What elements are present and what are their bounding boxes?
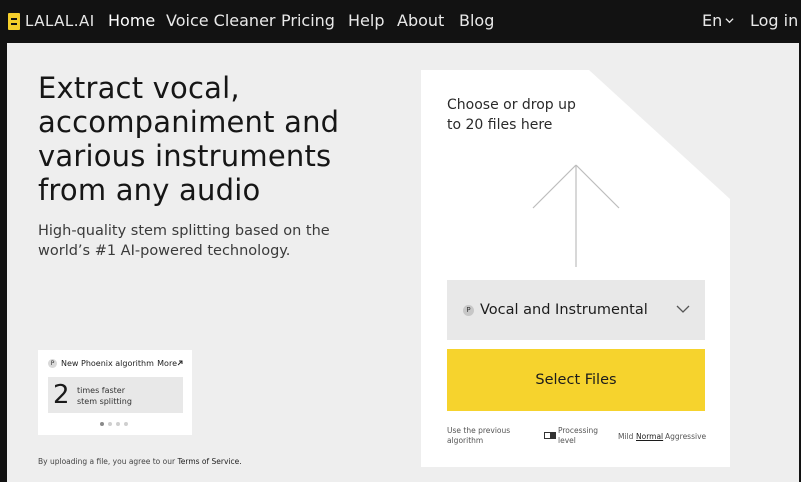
brand-name: LALAL.AI — [25, 12, 95, 30]
promo-more-link[interactable]: More — [157, 359, 183, 368]
logo[interactable]: LALAL.AI — [8, 12, 95, 30]
login-link[interactable]: Log in — [750, 11, 798, 30]
processing-level-label: Processing level — [558, 426, 599, 445]
promo-desc-line1: times faster — [77, 386, 126, 395]
stem-type-value: Vocal and Instrumental — [480, 302, 648, 318]
promo-dot-2[interactable] — [108, 422, 112, 426]
previous-algorithm-option[interactable]: Use the previous algorithm — [447, 426, 517, 446]
promo-pagination — [100, 422, 128, 426]
promo-desc-line2: stem splitting — [77, 397, 132, 406]
nav-pricing[interactable]: Pricing — [281, 11, 335, 30]
promo-description: times faster stem splitting — [77, 385, 132, 407]
promo-header: P New Phoenix algorithm — [48, 359, 154, 368]
processing-level-icon — [544, 432, 556, 439]
select-files-button[interactable]: Select Files — [447, 349, 705, 411]
stem-type-select[interactable]: P Vocal and Instrumental — [447, 280, 705, 340]
chevron-down-icon — [725, 18, 734, 24]
level-normal[interactable]: Normal — [636, 432, 663, 441]
arrow-up-right-icon — [177, 360, 183, 366]
top-nav: LALAL.AI Home Voice Cleaner Pricing Help… — [0, 0, 801, 43]
promo-stat: 2 times faster stem splitting — [48, 377, 183, 413]
terms-notice: By uploading a file, you agree to our Te… — [38, 457, 242, 466]
language-selector[interactable]: En — [702, 11, 734, 30]
upload-hint: Choose or drop up to 20 files here — [447, 97, 576, 133]
nav-home[interactable]: Home — [108, 11, 155, 30]
promo-dot-4[interactable] — [124, 422, 128, 426]
phoenix-badge-icon: P — [463, 305, 474, 316]
logo-icon — [8, 12, 20, 30]
nav-help[interactable]: Help — [348, 11, 384, 30]
promo-title: New Phoenix algorithm — [61, 359, 154, 368]
page-title: Extract vocal, accompaniment and various… — [38, 71, 340, 207]
terms-link[interactable]: Terms of Service. — [177, 457, 241, 466]
nav-blog[interactable]: Blog — [459, 11, 494, 30]
promo-dot-1[interactable] — [100, 422, 104, 426]
frame-border-left — [0, 43, 7, 482]
chevron-down-icon — [676, 305, 690, 313]
terms-text: By uploading a file, you agree to our — [38, 457, 176, 466]
promo-number: 2 — [53, 380, 70, 410]
nav-about[interactable]: About — [397, 11, 444, 30]
promo-dot-3[interactable] — [116, 422, 120, 426]
promo-more-label: More — [157, 359, 177, 368]
language-label: En — [702, 11, 723, 30]
phoenix-badge-icon: P — [48, 359, 57, 368]
level-mild[interactable]: Mild — [618, 432, 633, 441]
upload-arrow-icon — [532, 164, 620, 267]
level-aggressive[interactable]: Aggressive — [665, 432, 706, 441]
hero-subtitle: High-quality stem splitting based on the… — [38, 223, 330, 259]
nav-voice-cleaner[interactable]: Voice Cleaner — [166, 11, 276, 30]
promo-card[interactable]: P New Phoenix algorithm More 2 times fas… — [38, 350, 192, 435]
